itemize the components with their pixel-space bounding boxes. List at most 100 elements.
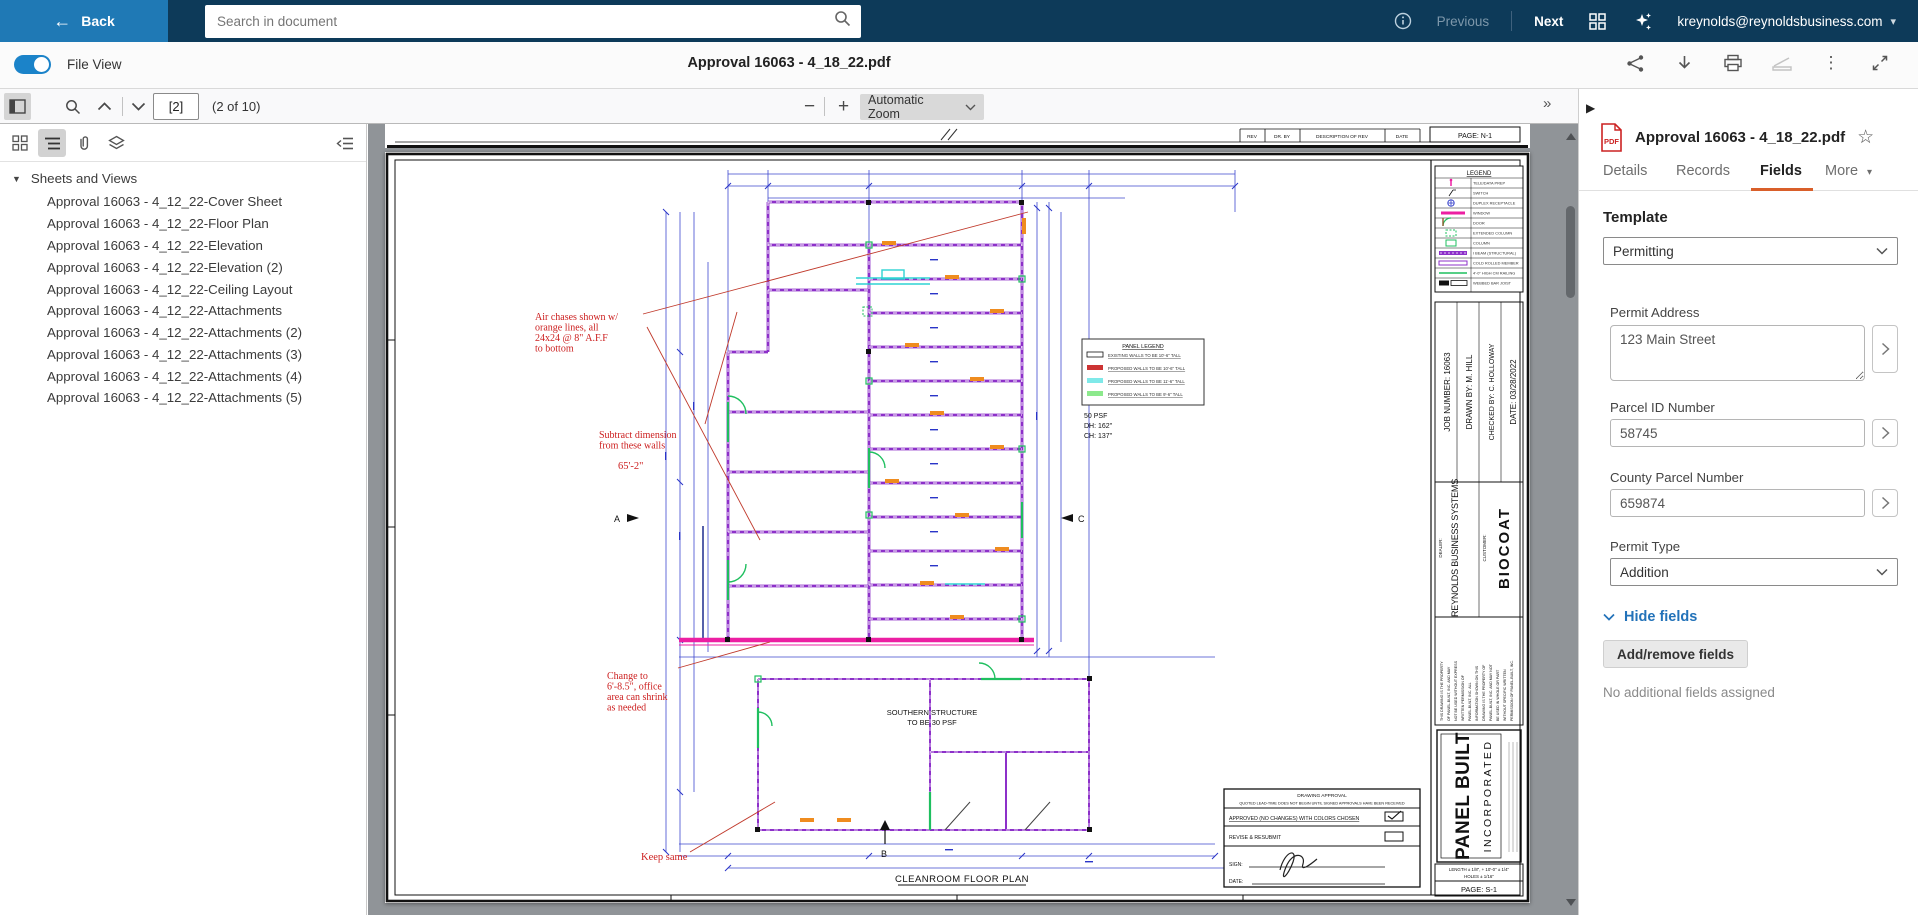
permit-type-select[interactable]: Addition [1610, 558, 1898, 586]
outline-tree: ▼ Sheets and Views Approval 16063 - 4_12… [0, 168, 366, 409]
field-expand-button[interactable] [1872, 489, 1898, 517]
previous-page-footer: REV DR. BY DESCRIPTION OF REV DATE PAGE:… [385, 124, 1530, 148]
scan-icon[interactable] [1770, 51, 1794, 75]
more-options-icon[interactable]: ⋮ [1819, 51, 1843, 75]
topbar-right: Previous Next kreynolds@reynoldsbusiness… [1391, 9, 1918, 33]
svg-text:DESCRIPTION OF REV: DESCRIPTION OF REV [1316, 134, 1369, 140]
svg-text:CLEANROOM FLOOR PLAN: CLEANROOM FLOOR PLAN [895, 874, 1029, 885]
previous-button[interactable]: Previous [1437, 14, 1490, 29]
svg-text:THIS DRAWING IS THE PROPERTY: THIS DRAWING IS THE PROPERTY [1440, 661, 1444, 721]
panel-tabs: Details Records Fields More ▾ [1579, 157, 1918, 191]
tree-item[interactable]: Approval 16063 - 4_12_22-Attachments (4) [0, 365, 366, 387]
panel-legend: PANEL LEGEND EXISTING WALLS TO BE 10'-6"… [1082, 339, 1204, 405]
info-icon[interactable] [1391, 9, 1415, 33]
tree-item[interactable]: Approval 16063 - 4_12_22-Elevation (2) [0, 256, 366, 278]
apps-grid-icon[interactable] [1585, 9, 1609, 33]
next-button[interactable]: Next [1534, 14, 1563, 29]
page-number-input[interactable] [153, 93, 199, 120]
back-arrow-icon: ← [53, 12, 71, 30]
layers-icon[interactable] [102, 129, 130, 157]
tree-item[interactable]: Approval 16063 - 4_12_22-Attachments (3) [0, 343, 366, 365]
pdf-canvas: REV DR. BY DESCRIPTION OF REV DATE PAGE:… [368, 124, 1578, 915]
parcel-id-input[interactable] [1610, 419, 1865, 447]
svg-text:B: B [881, 849, 887, 859]
scroll-up-arrow[interactable] [1566, 133, 1576, 140]
user-email: kreynolds@reynoldsbusiness.com [1677, 14, 1882, 29]
ai-sparkle-icon[interactable] [1631, 9, 1655, 33]
field-label: Permit Address [1610, 305, 1699, 320]
svg-text:DUPLEX RECEPTACLE: DUPLEX RECEPTACLE [1473, 201, 1516, 206]
search-input[interactable] [205, 14, 834, 29]
drawing-sheet: Air chases shown w/ orange lines, all 24… [385, 152, 1530, 903]
svg-text:EXTENDED COLUMN: EXTENDED COLUMN [1473, 231, 1512, 236]
search-icon[interactable] [834, 10, 851, 32]
zoom-out-icon[interactable]: − [797, 94, 822, 119]
tree-item[interactable]: Approval 16063 - 4_12_22-Attachments (5) [0, 387, 366, 409]
zoom-select[interactable]: Automatic Zoom [860, 94, 984, 120]
svg-text:to bottom: to bottom [535, 344, 574, 355]
no-additional-fields-text: No additional fields assigned [1603, 685, 1775, 700]
tree-item[interactable]: Approval 16063 - 4_12_22-Ceiling Layout [0, 278, 366, 300]
download-icon[interactable] [1672, 51, 1696, 75]
svg-text:APPROVED (NO CHANGES) WITH COL: APPROVED (NO CHANGES) WITH COLORS CHOSEN [1229, 816, 1360, 822]
svg-text:24x24 @ 8" A.F.F: 24x24 @ 8" A.F.F [535, 333, 608, 344]
svg-text:Change to: Change to [607, 671, 648, 682]
tree-item[interactable]: Approval 16063 - 4_12_22-Attachments (2) [0, 322, 366, 344]
svg-text:REVISE & RESUBMIT: REVISE & RESUBMIT [1229, 835, 1282, 841]
page-count-label: (2 of 10) [212, 99, 260, 114]
find-in-document-icon[interactable] [60, 94, 85, 119]
svg-text:QUOTED LEAD-TIME DOES NOT BEGI: QUOTED LEAD-TIME DOES NOT BEGIN UNTIL SI… [1239, 802, 1405, 806]
svg-text:COLUMN: COLUMN [1473, 241, 1490, 246]
sidebar-toggle-button[interactable] [4, 93, 31, 120]
field-expand-button[interactable] [1872, 325, 1898, 373]
canvas-scrollbar [1563, 124, 1578, 915]
svg-text:LENGTH ± 1/8", + 10'-0" ± 1/4": LENGTH ± 1/8", + 10'-0" ± 1/4" [1449, 867, 1510, 872]
back-button[interactable]: ← Back [0, 0, 168, 42]
fullscreen-icon[interactable] [1868, 51, 1892, 75]
tab-records[interactable]: Records [1676, 163, 1730, 179]
field-expand-button[interactable] [1872, 419, 1898, 447]
add-remove-fields-button[interactable]: Add/remove fields [1603, 640, 1748, 668]
tree-root-sheets-and-views[interactable]: ▼ Sheets and Views [0, 168, 366, 191]
tree-item[interactable]: Approval 16063 - 4_12_22-Floor Plan [0, 213, 366, 235]
svg-text:DATE:: DATE: [1229, 879, 1243, 885]
previous-page-icon[interactable] [92, 94, 117, 119]
svg-text:PDF: PDF [1604, 137, 1619, 146]
print-icon[interactable] [1721, 51, 1745, 75]
svg-text:DRAWN BY: M. HILL: DRAWN BY: M. HILL [1465, 354, 1474, 429]
tree-item[interactable]: Approval 16063 - 4_12_22-Elevation [0, 235, 366, 257]
section-markers: A C B [614, 514, 1085, 859]
hide-fields-link[interactable]: Hide fields [1603, 609, 1697, 625]
favorite-star-icon[interactable]: ☆ [1857, 126, 1874, 149]
template-select[interactable]: Permitting [1603, 237, 1898, 265]
file-title-row: PDF Approval 16063 - 4_18_22.pdf ☆ [1600, 123, 1874, 152]
permit-address-textarea[interactable]: 123 Main Street [1610, 325, 1865, 381]
tree-item[interactable]: Approval 16063 - 4_12_22-Cover Sheet [0, 191, 366, 213]
thumbnails-icon[interactable] [6, 129, 34, 157]
tree-item[interactable]: Approval 16063 - 4_12_22-Attachments [0, 300, 366, 322]
svg-text:PROPOSED WALLS TO BE 10'-6" TA: PROPOSED WALLS TO BE 10'-6" TALL [1108, 366, 1186, 371]
current-outline-item-icon[interactable] [331, 129, 359, 157]
next-page-icon[interactable] [126, 94, 151, 119]
svg-text:INCORPORATED: INCORPORATED [1482, 740, 1494, 853]
svg-text:PANEL-BUILT, INC. AND MAY NOT: PANEL-BUILT, INC. AND MAY NOT [1489, 663, 1493, 721]
zoom-in-icon[interactable]: + [831, 94, 856, 119]
tab-details[interactable]: Details [1603, 163, 1647, 179]
tab-more[interactable]: More [1825, 163, 1858, 179]
county-parcel-input[interactable] [1610, 489, 1865, 517]
scroll-down-arrow[interactable] [1566, 899, 1576, 906]
svg-text:DOOR: DOOR [1473, 221, 1485, 226]
share-icon[interactable] [1623, 51, 1647, 75]
collapse-triangle-icon: ▼ [12, 174, 21, 184]
more-tools-icon[interactable]: » [1543, 95, 1551, 112]
svg-text:INFORMATION SHOWN ON THIS: INFORMATION SHOWN ON THIS [1475, 665, 1479, 721]
back-label: Back [81, 13, 114, 29]
chevron-down-icon [1876, 568, 1888, 576]
scrollbar-thumb[interactable] [1566, 206, 1575, 298]
collapse-panel-icon[interactable]: ▶ [1586, 101, 1595, 115]
attachments-icon[interactable] [70, 129, 98, 157]
tab-fields[interactable]: Fields [1760, 163, 1802, 179]
user-menu[interactable]: kreynolds@reynoldsbusiness.com ▾ [1677, 14, 1896, 29]
outline-icon[interactable] [38, 129, 66, 157]
top-bar: ← Back Previous Next kreynolds@reynoldsb… [0, 0, 1918, 42]
